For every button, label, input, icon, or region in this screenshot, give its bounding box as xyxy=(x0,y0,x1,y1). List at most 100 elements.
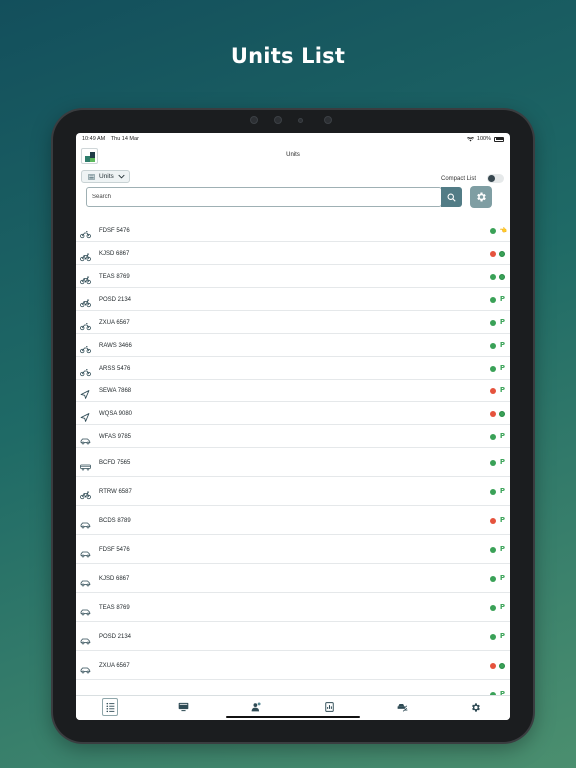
unit-row[interactable]: FDSF 5476 P xyxy=(76,535,510,564)
unit-row[interactable]: ZXUA 6567 xyxy=(76,651,510,680)
wifi-icon xyxy=(466,136,474,141)
connection-status-dot xyxy=(490,517,496,524)
navigation-icon xyxy=(80,386,91,399)
connection-status-dot xyxy=(490,433,496,440)
unit-name: TEAS 8769 xyxy=(99,604,130,611)
parked-status-icon: P xyxy=(499,457,505,466)
gear-icon xyxy=(477,192,486,202)
header-title: Units xyxy=(286,152,300,158)
tab-fleet[interactable] xyxy=(394,698,410,716)
unit-name: FDSF 5476 xyxy=(99,546,130,553)
moving-status-icon xyxy=(499,410,505,417)
parked-status-icon: P xyxy=(499,544,505,553)
parked-status-icon: P xyxy=(499,573,505,582)
unit-row[interactable]: BCFD 7565 P xyxy=(76,448,510,477)
status-time: 10:49 AM xyxy=(82,136,106,142)
camera-bar xyxy=(250,116,336,126)
connection-status-dot xyxy=(490,319,496,326)
unit-row[interactable]: POSD 2134 P xyxy=(76,622,510,651)
unit-row[interactable]: FDSF 5476 👈 xyxy=(76,219,510,242)
unit-name: BCFD 7565 xyxy=(99,459,131,466)
moving-status-icon xyxy=(499,250,505,257)
parked-status-icon: P xyxy=(499,340,505,349)
connection-status-dot xyxy=(490,250,496,257)
tab-gear[interactable] xyxy=(467,698,483,716)
unit-row[interactable]: ARSS 5476 P xyxy=(76,357,510,380)
unit-row[interactable]: ZXUA 6567 P xyxy=(76,311,510,334)
search-input[interactable] xyxy=(86,187,442,207)
search-row xyxy=(76,183,510,209)
gear-icon xyxy=(470,702,481,713)
search-button[interactable] xyxy=(441,187,462,207)
unit-row[interactable]: TEAS 8769 P xyxy=(76,593,510,622)
unit-name: POSD 2134 xyxy=(99,296,132,303)
unit-name: RAWS 3466 xyxy=(99,342,132,349)
unit-row[interactable]: POSD 2134 P xyxy=(76,288,510,311)
connection-status-dot xyxy=(490,604,496,611)
unit-row[interactable]: KJSD 6867 xyxy=(76,242,510,265)
car-icon xyxy=(80,545,91,557)
unit-row[interactable]: TEAS 8769 xyxy=(76,265,510,288)
unit-name: SEWA 7868 xyxy=(99,388,132,394)
parked-status-icon: P xyxy=(499,294,505,303)
unit-row[interactable]: RAWS 3466 P xyxy=(76,334,510,357)
connection-status-dot xyxy=(490,488,496,495)
unit-name: WFAS 9785 xyxy=(99,433,132,440)
unit-row[interactable]: SEWA 7868 P xyxy=(76,380,510,402)
bicycle-icon xyxy=(80,295,91,307)
unit-row[interactable]: WQSA 9080 xyxy=(76,402,510,425)
compact-list-label: Compact List xyxy=(440,176,476,182)
unit-row[interactable]: KJSD 6867 P xyxy=(76,564,510,593)
units-dropdown-label: Units xyxy=(99,173,114,180)
home-indicator xyxy=(226,716,360,718)
unit-name: ARSS 5476 xyxy=(99,365,131,372)
bicycle-icon xyxy=(80,272,91,284)
parked-status-icon: P xyxy=(499,317,505,326)
units-list: FDSF 5476 👈 KJSD 6867 TEAS 8769 POSD 2134 P ZX… xyxy=(76,219,510,695)
tab-alert-user[interactable] xyxy=(248,698,264,716)
hand-status-icon: 👈 xyxy=(499,227,507,234)
battery-icon xyxy=(494,136,504,142)
parked-status-icon: P xyxy=(499,386,505,394)
parked-status-icon: P xyxy=(499,363,505,372)
car-icon xyxy=(80,432,91,444)
connection-status-dot xyxy=(490,388,496,394)
connection-status-dot xyxy=(490,273,496,280)
list-icon xyxy=(106,702,115,713)
list-box-icon xyxy=(88,173,95,180)
motorcycle-icon xyxy=(80,226,91,238)
car-icon xyxy=(80,661,91,673)
unit-row[interactable]: WFAS 9785 P xyxy=(76,425,510,448)
monitor-icon xyxy=(178,702,189,712)
status-date: Thu 14 Mar xyxy=(110,136,139,142)
chevron-down-icon xyxy=(118,174,125,179)
connection-status-dot xyxy=(490,459,496,466)
compact-list-toggle[interactable] xyxy=(487,174,504,183)
unit-name: TEAS 8769 xyxy=(99,273,130,280)
tab-report[interactable] xyxy=(321,698,337,716)
bicycle-icon xyxy=(80,487,91,499)
units-dropdown[interactable]: Units xyxy=(81,170,130,183)
connection-status-dot xyxy=(490,575,496,582)
navigation-icon xyxy=(80,409,91,422)
parked-status-icon: P xyxy=(499,431,505,440)
unit-name: ZXUA 6567 xyxy=(99,662,130,669)
connection-status-dot xyxy=(490,342,496,349)
unit-name: RTRW 6587 xyxy=(99,488,132,495)
unit-row[interactable]: P xyxy=(76,680,510,695)
filter-settings-button[interactable] xyxy=(470,186,492,208)
tab-monitor[interactable] xyxy=(175,698,191,716)
parked-status-icon: P xyxy=(499,515,505,524)
page-headline: Units List xyxy=(230,44,346,68)
unit-name: ZXUA 6567 xyxy=(99,319,130,326)
car-icon xyxy=(80,603,91,615)
tab-list[interactable] xyxy=(102,698,118,716)
motorcycle-icon xyxy=(80,364,91,376)
car-icon xyxy=(80,574,91,586)
motorcycle-icon xyxy=(80,341,91,353)
moving-status-icon xyxy=(499,662,505,669)
unit-row[interactable]: RTRW 6587 P xyxy=(76,477,510,506)
app-screen: 10:49 AM Thu 14 Mar 100% Units Units Com… xyxy=(76,133,510,720)
unit-row[interactable]: BCDS 8789 P xyxy=(76,506,510,535)
alert-user-icon xyxy=(251,702,261,712)
